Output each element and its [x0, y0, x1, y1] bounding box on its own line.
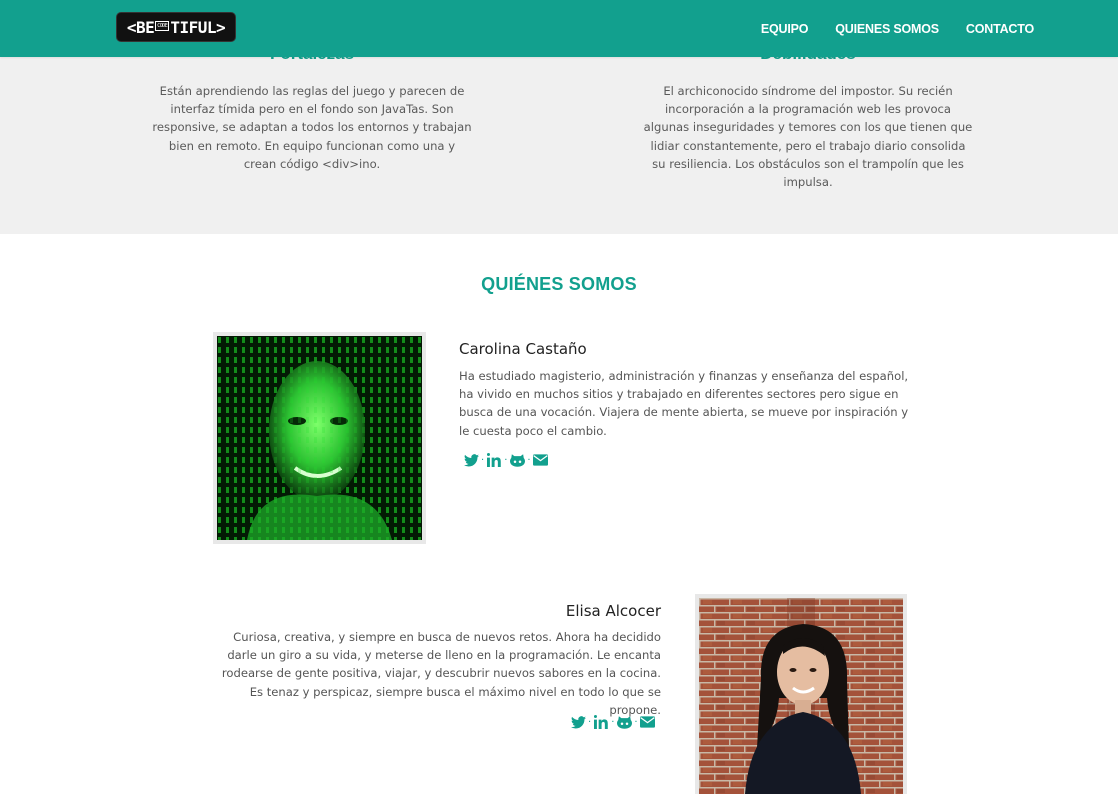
strengths-text: Están aprendiendo las reglas del juego y…	[152, 84, 472, 171]
separator-dot: ·	[611, 716, 615, 728]
member-name-elisa: Elisa Alcocer	[565, 602, 661, 620]
separator-dot: ·	[527, 454, 531, 466]
member-bio-elisa: Curiosa, creativa, y siempre en busca de…	[221, 630, 661, 717]
twitter-icon[interactable]	[570, 714, 586, 730]
linkedin-icon[interactable]	[486, 452, 502, 468]
separator-dot: ·	[504, 454, 508, 466]
social-links-elisa: · · ·	[570, 714, 656, 730]
navbar: <BE CODE TIFUL> EQUIPO QUIENES SOMOS CONTA…	[0, 0, 1118, 57]
logo-code-box: CODE	[155, 21, 170, 31]
site-logo[interactable]: <BE CODE TIFUL>	[116, 12, 236, 42]
about-title: QUIÉNES SOMOS	[481, 274, 637, 294]
member-name-carolina: Carolina Castaño	[459, 340, 587, 358]
linkedin-icon[interactable]	[593, 714, 609, 730]
social-links-carolina: · · ·	[463, 452, 549, 468]
portrait-photo-image	[699, 598, 903, 794]
separator-dot: ·	[481, 454, 485, 466]
weaknesses-column: Debilidades El archiconocido síndrome de…	[643, 44, 973, 234]
member-bio-carolina: Ha estudiado magisterio, administración …	[459, 369, 909, 438]
member-photo-elisa	[695, 594, 907, 794]
logo-text-right: TIFUL>	[170, 17, 226, 37]
twitter-icon[interactable]	[463, 452, 479, 468]
github-icon[interactable]	[509, 452, 525, 468]
matrix-portrait-image	[217, 336, 422, 540]
weaknesses-text: El archiconocido síndrome del impostor. …	[643, 84, 973, 190]
nav-link-equipo[interactable]: EQUIPO	[761, 22, 809, 36]
separator-dot: ·	[588, 716, 592, 728]
strengths-column: Fortalezas Están aprendiendo las reglas …	[152, 44, 472, 234]
mail-icon[interactable]	[640, 714, 656, 730]
member-photo-carolina	[213, 332, 426, 544]
mail-icon[interactable]	[533, 452, 549, 468]
nav-menu: EQUIPO QUIENES SOMOS CONTACTO	[734, 0, 1034, 57]
logo-text-left: <BE	[126, 17, 155, 37]
separator-dot: ·	[634, 716, 638, 728]
nav-link-contacto[interactable]: CONTACTO	[966, 22, 1034, 36]
nav-link-quienes-somos[interactable]: QUIENES SOMOS	[835, 22, 939, 36]
strengths-weaknesses-section: Fortalezas Están aprendiendo las reglas …	[0, 44, 1118, 234]
github-icon[interactable]	[616, 714, 632, 730]
